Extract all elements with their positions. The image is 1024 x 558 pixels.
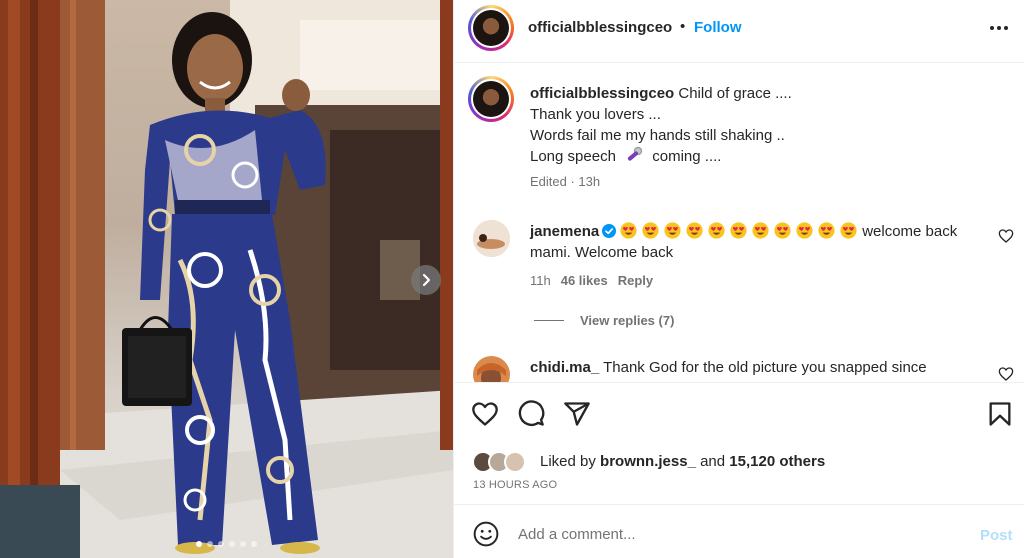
- heart-eyes-emoji: [752, 222, 769, 239]
- carousel-dot: [229, 541, 235, 547]
- microphone-emoji: [628, 146, 643, 161]
- follow-button[interactable]: Follow: [694, 19, 742, 36]
- liked-by-text: Liked by brownn.jess_ and 15,120 others: [540, 453, 825, 470]
- comment-meta: 11h 46 likes Reply: [530, 273, 653, 288]
- heart-eyes-emoji-row: [620, 222, 862, 240]
- comment-likes[interactable]: 46 likes: [561, 273, 608, 288]
- commenter-photo: [473, 356, 510, 382]
- likes-count[interactable]: 15,120 others: [729, 453, 825, 470]
- caption-line: Thank you lovers ...: [530, 106, 661, 123]
- caption-text: officialbblessingceo Child of grace ....…: [530, 83, 792, 167]
- comment-username[interactable]: janemena: [530, 223, 599, 240]
- carousel-dot: [218, 541, 224, 547]
- liked-by-avatars[interactable]: [472, 451, 534, 475]
- caption-line: Long speech: [530, 148, 616, 165]
- author-avatar[interactable]: [468, 5, 514, 51]
- comment-text: chidi.ma_ Thank God for the old picture …: [530, 357, 927, 378]
- post-actions: Liked by brownn.jess_ and 15,120 others …: [454, 382, 1024, 504]
- liked-by-middle: and: [700, 453, 726, 470]
- chevron-right-icon: [422, 273, 431, 287]
- post-photo[interactable]: [0, 0, 453, 558]
- heart-eyes-emoji: [686, 222, 703, 239]
- liked-by-user[interactable]: brownn.jess_: [600, 453, 696, 470]
- carousel-next-button[interactable]: [411, 265, 441, 295]
- comment-text-line2: mami. Welcome back: [530, 244, 674, 261]
- author-username[interactable]: officialbblessingceo: [528, 19, 672, 36]
- caption-line: coming ....: [652, 148, 722, 165]
- view-replies-label: View replies (7): [580, 313, 675, 328]
- carousel-dot: [196, 541, 202, 547]
- view-replies-button[interactable]: View replies (7): [534, 313, 674, 328]
- header-separator: •: [680, 18, 686, 35]
- caption-username[interactable]: officialbblessingceo: [530, 85, 674, 102]
- liker-avatar: [504, 451, 526, 473]
- reply-button[interactable]: Reply: [618, 273, 653, 288]
- carousel-dot: [240, 541, 246, 547]
- heart-eyes-emoji: [664, 222, 681, 239]
- more-horizontal-icon[interactable]: [986, 16, 1012, 40]
- comment-body: Thank God for the old picture you snappe…: [603, 359, 927, 376]
- carousel-dot: [251, 541, 257, 547]
- send-icon[interactable]: [563, 400, 591, 428]
- liked-by-prefix: Liked by: [540, 453, 596, 470]
- caption-line: Words fail me my hands still shaking ..: [530, 127, 785, 144]
- post-header: officialbblessingceo • Follow: [454, 0, 1024, 63]
- heart-eyes-emoji: [642, 222, 659, 239]
- comment-like-icon[interactable]: [998, 228, 1014, 244]
- comment-like-icon[interactable]: [998, 366, 1014, 382]
- caption-author-avatar[interactable]: [468, 76, 514, 122]
- commenter-photo: [473, 220, 510, 257]
- heart-eyes-emoji: [708, 222, 725, 239]
- bookmark-icon[interactable]: [986, 400, 1014, 428]
- post-comment-button[interactable]: Post: [980, 527, 1013, 544]
- post-side-panel: officialbblessingceo • Follow officialbb…: [453, 0, 1024, 558]
- carousel-indicator: [196, 541, 257, 547]
- comments-list[interactable]: officialbblessingceo Child of grace ....…: [454, 64, 1024, 382]
- heart-icon[interactable]: [471, 400, 499, 428]
- heart-eyes-emoji: [840, 222, 857, 239]
- heart-eyes-emoji: [818, 222, 835, 239]
- heart-eyes-emoji: [774, 222, 791, 239]
- caption-line: Child of grace ....: [678, 85, 792, 102]
- comment-username[interactable]: chidi.ma_: [530, 359, 599, 376]
- emoji-picker-icon[interactable]: [473, 521, 499, 547]
- view-replies-line: [534, 320, 564, 321]
- commenter-avatar[interactable]: [473, 220, 510, 257]
- caption-edited: Edited · 13h: [530, 174, 601, 189]
- comment-time: 11h: [530, 273, 551, 288]
- verified-badge-icon: [602, 224, 617, 238]
- heart-eyes-emoji: [796, 222, 813, 239]
- instagram-post: officialbblessingceo • Follow officialbb…: [0, 0, 1024, 558]
- heart-eyes-emoji: [730, 222, 747, 239]
- comment-text-after: welcome back: [862, 223, 958, 240]
- post-timestamp[interactable]: 13 HOURS AGO: [473, 479, 557, 491]
- add-comment-bar: Post: [454, 504, 1024, 558]
- comment-icon[interactable]: [517, 400, 545, 428]
- heart-eyes-emoji: [620, 222, 637, 239]
- comment-text: janemena welcome back mami. Welcome back: [530, 221, 980, 263]
- photo-scene: [0, 0, 453, 558]
- comment-input[interactable]: [518, 519, 958, 549]
- carousel-dot: [207, 541, 213, 547]
- commenter-avatar[interactable]: [473, 356, 510, 382]
